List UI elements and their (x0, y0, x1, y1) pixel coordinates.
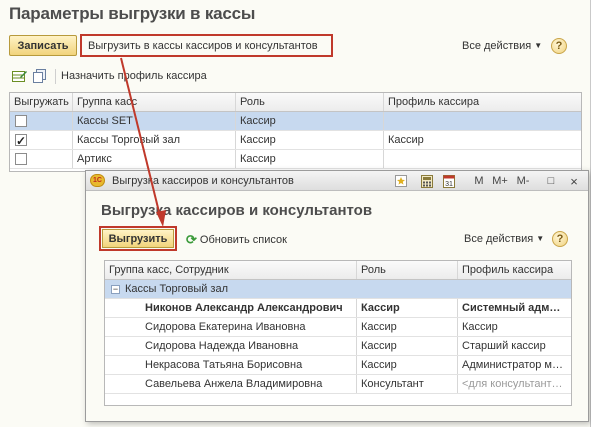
group-cell: Артикс (73, 150, 236, 168)
profile-cell: Администратор магазина (462, 359, 571, 371)
role-cell: Кассир (236, 131, 384, 149)
group-label: Кассы Торговый зал (125, 283, 229, 295)
role-cell: Кассир (357, 356, 458, 374)
dialog-caption: Выгрузка кассиров и консультантов (112, 175, 294, 187)
copy-icon[interactable] (32, 68, 48, 84)
export-checkbox[interactable] (15, 132, 27, 149)
table-row[interactable]: Артикс Кассир (10, 150, 581, 169)
role-cell: Кассир (236, 112, 384, 130)
table-row[interactable]: Никонов Александр Александрович Кассир С… (105, 299, 571, 318)
table-header: Выгружать Группа касс Роль Профиль касси… (10, 93, 581, 112)
table-row[interactable]: Кассы SET Кассир (10, 112, 581, 131)
help-icon[interactable]: ? (551, 38, 567, 54)
export-checkbox[interactable] (15, 115, 27, 127)
export-to-registers-button[interactable]: Выгрузить в кассы кассиров и консультант… (80, 34, 333, 57)
group-cell: Кассы SET (73, 112, 236, 130)
register-groups-table: Выгружать Группа касс Роль Профиль касси… (9, 92, 582, 172)
chevron-down-icon: ▼ (534, 41, 543, 50)
profile-cell: Системный администратор (462, 302, 571, 314)
employee-cell: Никонов Александр Александрович (105, 299, 357, 317)
column-header[interactable]: Роль (357, 261, 458, 279)
export-dialog: 1С Выгрузка кассиров и консультантов 31 … (85, 170, 589, 422)
profile-cell (384, 112, 581, 130)
all-actions-label: Все действия (464, 233, 534, 245)
assign-profile-button[interactable]: Назначить профиль кассира (61, 70, 207, 82)
all-actions-menu[interactable]: Все действия ▼ (462, 40, 542, 52)
profile-cell: Кассир (462, 321, 498, 333)
column-header[interactable]: Профиль кассира (458, 261, 571, 279)
close-button[interactable]: × (567, 174, 581, 189)
group-row[interactable]: − Кассы Торговый зал (105, 280, 571, 299)
help-icon[interactable]: ? (552, 231, 568, 247)
column-header[interactable]: Роль (236, 93, 384, 111)
profile-cell: <для консультантов> (462, 378, 570, 390)
group-cell: Кассы Торговый зал (73, 131, 236, 149)
all-actions-label: Все действия (462, 40, 532, 52)
dialog-title: Выгрузка кассиров и консультантов (101, 202, 373, 219)
table-row[interactable]: Сидорова Надежда Ивановна Кассир Старший… (105, 337, 571, 356)
page-title: Параметры выгрузки в кассы (9, 4, 256, 23)
refresh-label: Обновить список (199, 234, 287, 246)
employee-cell: Некрасова Татьяна Борисовна (105, 356, 357, 374)
calculator-icon[interactable] (420, 174, 434, 188)
refresh-icon: ⟳ (186, 232, 197, 247)
role-cell: Кассир (357, 318, 458, 336)
role-cell: Кассир (357, 337, 458, 355)
profile-cell (384, 150, 581, 168)
export-checkbox[interactable] (15, 153, 27, 165)
maximize-button[interactable]: □ (544, 174, 558, 188)
star-icon[interactable] (394, 174, 408, 188)
column-header[interactable]: Профиль кассира (384, 93, 581, 111)
table-row[interactable]: Некрасова Татьяна Борисовна Кассир Админ… (105, 356, 571, 375)
profile-cell: Старший кассир (462, 340, 546, 352)
chevron-down-icon: ▼ (536, 234, 545, 243)
table-row[interactable]: Савельева Анжела Владимировна Консультан… (105, 375, 571, 394)
column-header[interactable]: Группа касс, Сотрудник (105, 261, 357, 279)
calendar-icon[interactable]: 31 (442, 174, 456, 188)
grid-edit-icon[interactable] (11, 68, 27, 84)
employee-cell: Сидорова Надежда Ивановна (105, 337, 357, 355)
toolbar-divider (55, 68, 56, 84)
employee-cell: Савельева Анжела Владимировна (105, 375, 357, 393)
memory-plus-button[interactable]: M+ (490, 174, 510, 188)
table-header: Группа касс, Сотрудник Роль Профиль касс… (105, 261, 571, 280)
role-cell: Консультант (357, 375, 458, 393)
column-header[interactable]: Группа касс (73, 93, 236, 111)
table-row[interactable]: Сидорова Екатерина Ивановна Кассир Касси… (105, 318, 571, 337)
upload-button-highlight: Выгрузить (99, 226, 177, 251)
memory-button[interactable]: M (472, 174, 486, 188)
all-actions-menu[interactable]: Все действия ▼ (464, 233, 544, 245)
table-row[interactable]: Кассы Торговый зал Кассир Кассир (10, 131, 581, 150)
refresh-list-button[interactable]: ⟳ Обновить список (186, 232, 287, 248)
role-cell: Кассир (357, 299, 458, 317)
column-header[interactable]: Выгружать (10, 93, 73, 111)
employee-cell: Сидорова Екатерина Ивановна (105, 318, 357, 336)
employees-table: Группа касс, Сотрудник Роль Профиль касс… (104, 260, 572, 406)
1c-logo-icon: 1С (90, 174, 105, 187)
role-cell: Кассир (236, 150, 384, 168)
grid-toolbar: Назначить профиль кассира (11, 67, 207, 85)
svg-text:31: 31 (445, 181, 453, 188)
profile-cell: Кассир (388, 134, 424, 146)
memory-minus-button[interactable]: M- (514, 174, 532, 188)
save-button[interactable]: Записать (9, 35, 77, 56)
dialog-titlebar[interactable]: 1С Выгрузка кассиров и консультантов 31 … (86, 171, 588, 191)
upload-button[interactable]: Выгрузить (102, 229, 174, 248)
collapse-icon[interactable]: − (111, 285, 120, 294)
